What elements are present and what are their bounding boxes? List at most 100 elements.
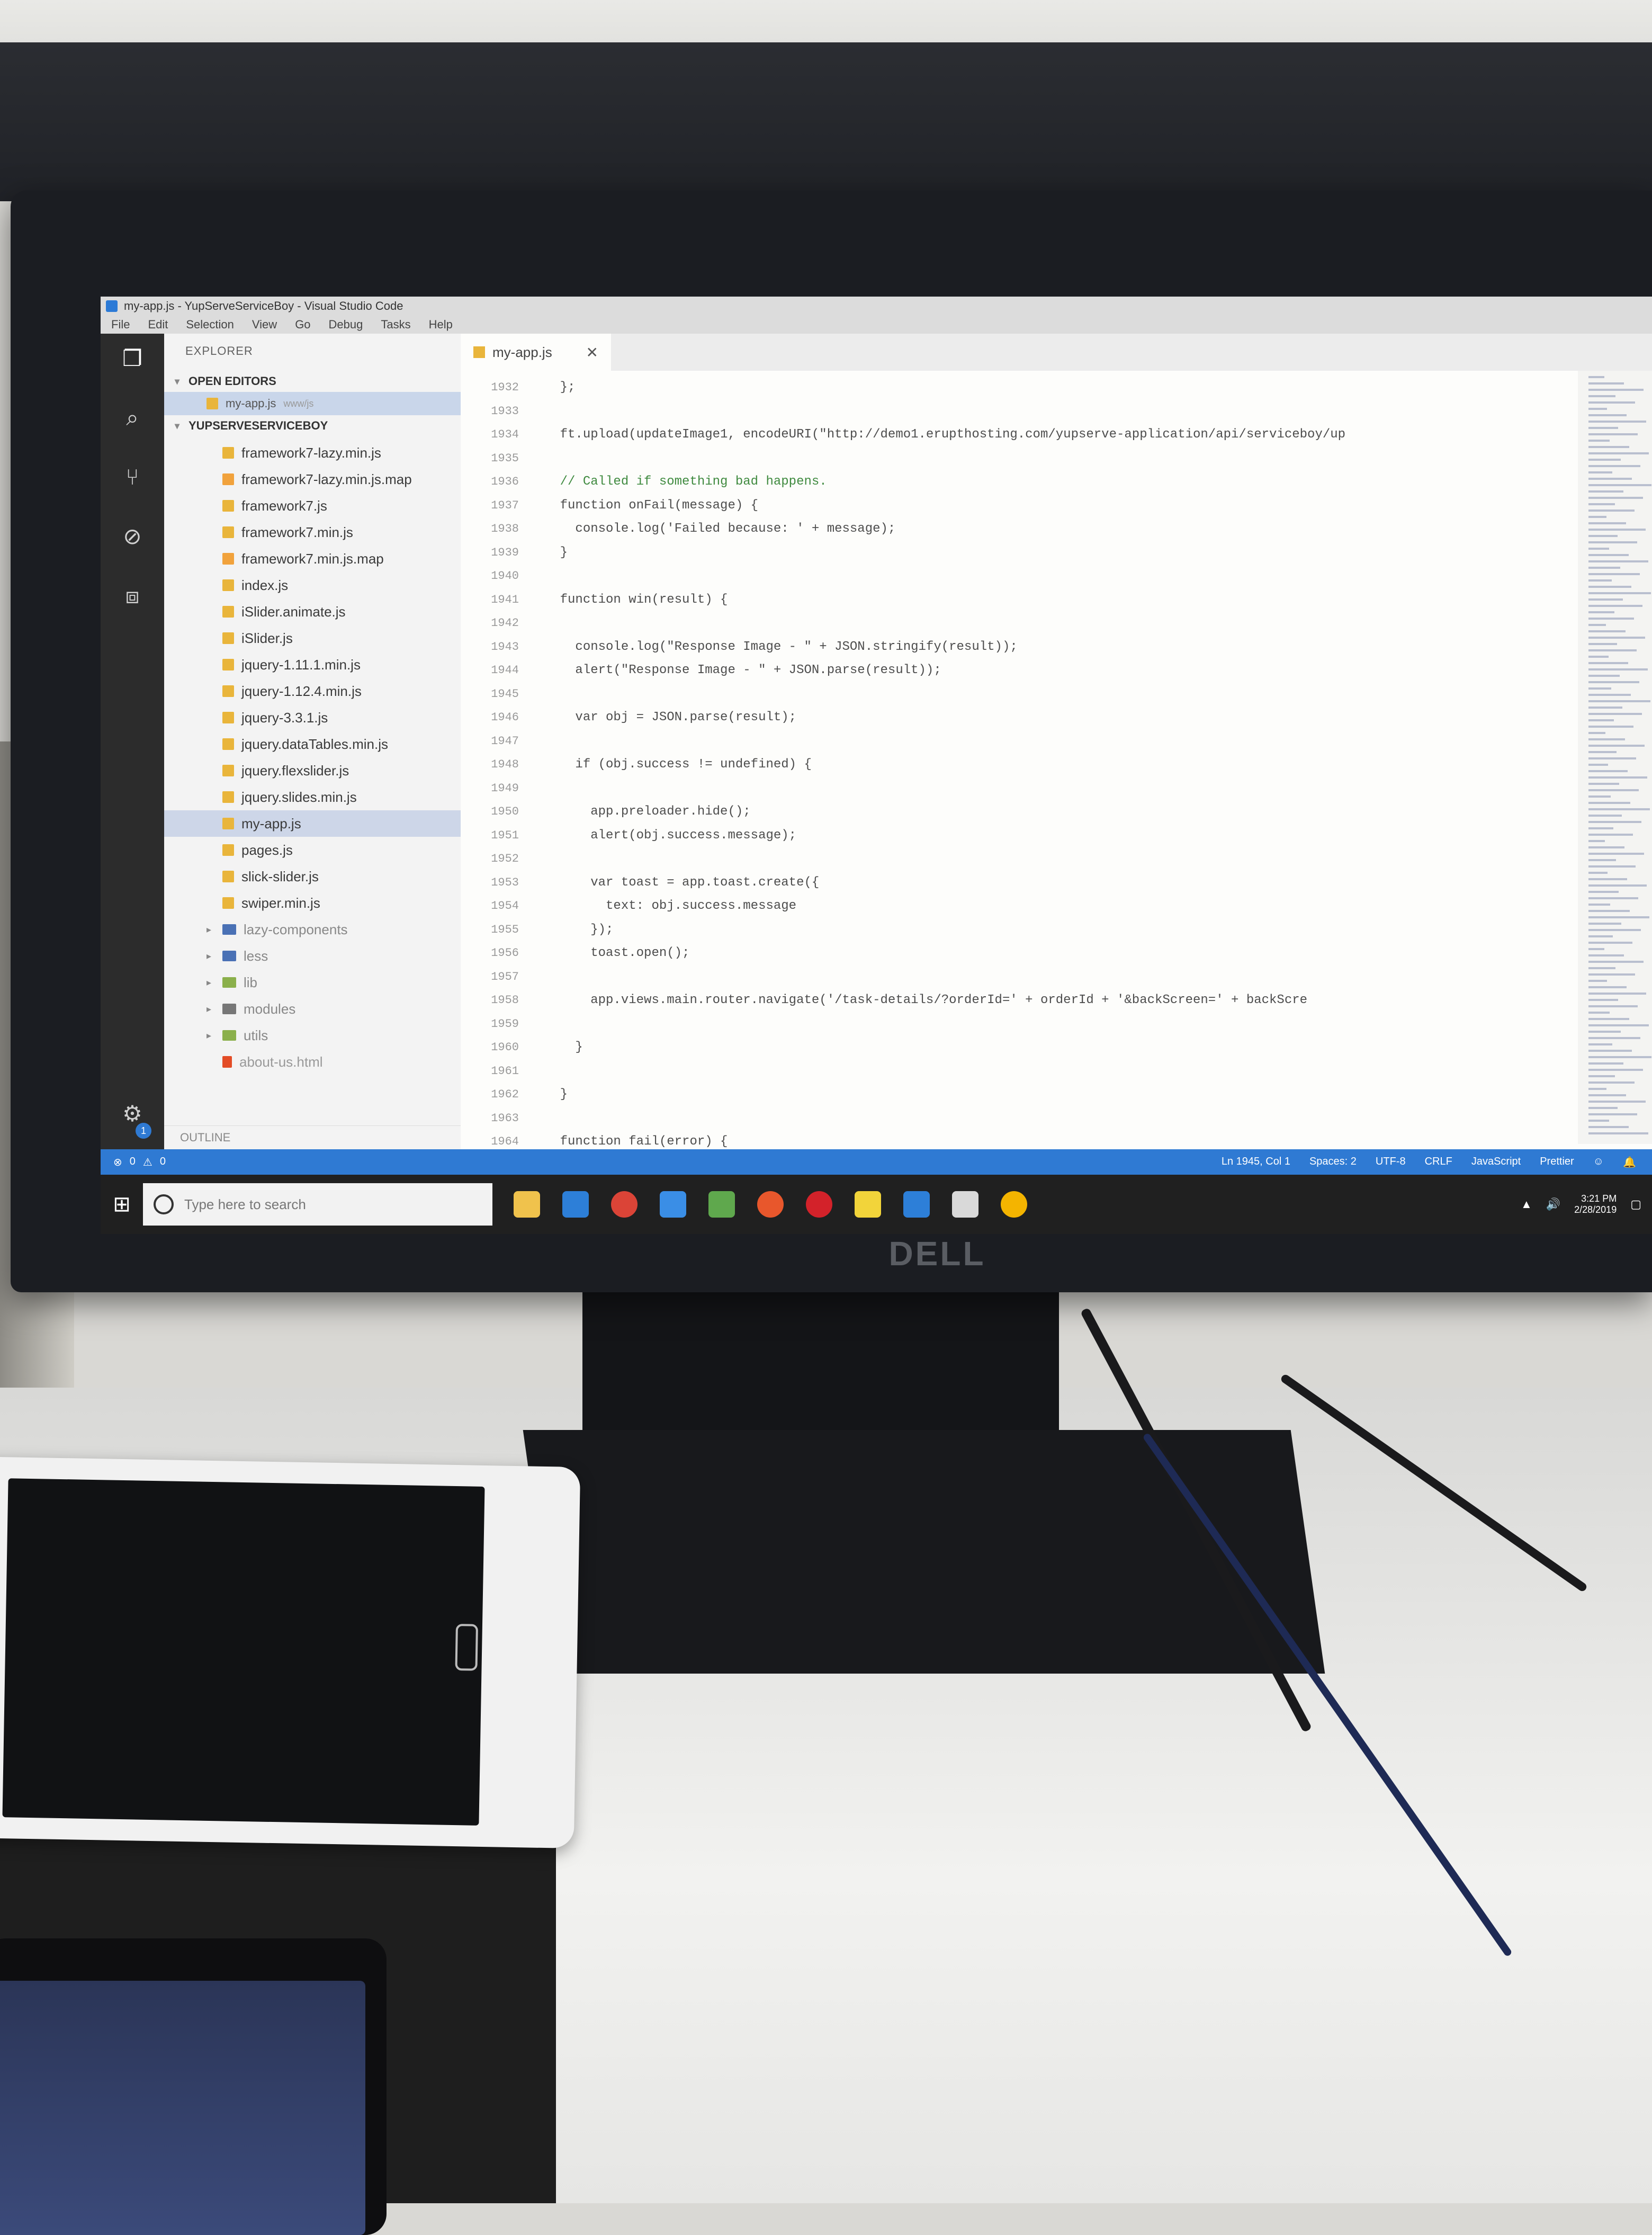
code-line[interactable] bbox=[529, 447, 1652, 471]
code-line[interactable] bbox=[529, 777, 1652, 801]
tree-file[interactable]: iSlider.js bbox=[164, 625, 461, 651]
code-line[interactable]: alert(obj.success.message); bbox=[529, 824, 1652, 848]
menu-file[interactable]: File bbox=[111, 318, 130, 332]
code-line[interactable]: console.log("Response Image - " + JSON.s… bbox=[529, 636, 1652, 659]
code-line[interactable]: ft.upload(updateImage1, encodeURI("http:… bbox=[529, 423, 1652, 447]
tree-file[interactable]: framework7.min.js bbox=[164, 519, 461, 546]
vscode-taskbar-icon[interactable] bbox=[903, 1191, 930, 1218]
error-count[interactable]: 0 bbox=[130, 1156, 136, 1169]
language-mode[interactable]: JavaScript bbox=[1471, 1156, 1521, 1169]
indentation[interactable]: Spaces: 2 bbox=[1309, 1156, 1357, 1169]
tree-file[interactable]: jquery.flexslider.js bbox=[164, 757, 461, 784]
code-line[interactable]: app.views.main.router.navigate('/task-de… bbox=[529, 989, 1652, 1013]
notifications-icon[interactable]: ▢ bbox=[1630, 1197, 1641, 1211]
cursor-position[interactable]: Ln 1945, Col 1 bbox=[1222, 1156, 1290, 1169]
code-lines[interactable]: }; ft.upload(updateImage1, encodeURI("ht… bbox=[529, 376, 1652, 1154]
code-line[interactable] bbox=[529, 1107, 1652, 1131]
code-line[interactable]: } bbox=[529, 1036, 1652, 1060]
code-line[interactable]: // Called if something bad happens. bbox=[529, 470, 1652, 494]
code-line[interactable]: var toast = app.toast.create({ bbox=[529, 871, 1652, 895]
tree-folder[interactable]: ▸ lib bbox=[164, 969, 461, 996]
menu-view[interactable]: View bbox=[252, 318, 277, 332]
open-editor-item[interactable]: my-app.js www/js bbox=[164, 392, 461, 415]
code-line[interactable]: alert("Response Image - " + JSON.parse(r… bbox=[529, 659, 1652, 683]
warning-icon[interactable]: ⚠ bbox=[143, 1156, 152, 1169]
file-explorer-icon[interactable] bbox=[514, 1191, 540, 1218]
encoding[interactable]: UTF-8 bbox=[1376, 1156, 1406, 1169]
volume-icon[interactable]: 🔊 bbox=[1546, 1197, 1560, 1211]
app-icon[interactable] bbox=[660, 1191, 686, 1218]
tree-file[interactable]: framework7-lazy.min.js.map bbox=[164, 466, 461, 493]
close-icon[interactable]: ✕ bbox=[586, 344, 598, 361]
menu-go[interactable]: Go bbox=[295, 318, 310, 332]
extensions-icon[interactable]: ⧈ bbox=[118, 582, 147, 610]
tree-file[interactable]: pages.js bbox=[164, 837, 461, 863]
chrome-icon[interactable] bbox=[611, 1191, 638, 1218]
code-line[interactable]: } bbox=[529, 541, 1652, 565]
debug-icon[interactable]: ⊘ bbox=[118, 522, 147, 551]
formatter[interactable]: Prettier bbox=[1540, 1156, 1574, 1169]
menu-help[interactable]: Help bbox=[429, 318, 453, 332]
clock[interactable]: 3:21 PM 2/28/2019 bbox=[1574, 1193, 1617, 1215]
code-view[interactable]: 1932 1933 1934 1935 1936 1937 1938 1939 1940 1941… bbox=[461, 376, 1652, 1149]
tree-folder[interactable]: ▸ utils bbox=[164, 1022, 461, 1049]
server-icon[interactable] bbox=[952, 1191, 978, 1218]
minimap[interactable] bbox=[1578, 371, 1652, 1144]
tree-file[interactable]: jquery.slides.min.js bbox=[164, 784, 461, 810]
opera-icon[interactable] bbox=[806, 1191, 832, 1218]
tree-folder[interactable]: ▸ lazy-components bbox=[164, 916, 461, 943]
tree-file[interactable]: framework7-lazy.min.js bbox=[164, 440, 461, 466]
windows-start-icon[interactable]: ⊞ bbox=[101, 1175, 143, 1234]
tree-file[interactable]: jquery-1.11.1.min.js bbox=[164, 651, 461, 678]
tab-my-app-js[interactable]: my-app.js ✕ bbox=[461, 334, 611, 371]
edge-icon[interactable] bbox=[562, 1191, 589, 1218]
bell-icon[interactable]: 🔔 bbox=[1623, 1156, 1636, 1169]
android-icon[interactable] bbox=[708, 1191, 735, 1218]
tree-folder[interactable]: ▸ less bbox=[164, 943, 461, 969]
tree-file[interactable]: slick-slider.js bbox=[164, 863, 461, 890]
tree-file[interactable]: jquery-3.3.1.js bbox=[164, 704, 461, 731]
code-line[interactable] bbox=[529, 612, 1652, 636]
code-line[interactable] bbox=[529, 565, 1652, 588]
error-icon[interactable]: ⊗ bbox=[113, 1156, 122, 1169]
smiley-icon[interactable]: ☺ bbox=[1593, 1156, 1604, 1169]
chrome-canary-icon[interactable] bbox=[1001, 1191, 1027, 1218]
menu-edit[interactable]: Edit bbox=[148, 318, 168, 332]
network-icon[interactable]: ▲ bbox=[1521, 1197, 1532, 1211]
code-line[interactable]: toast.open(); bbox=[529, 942, 1652, 965]
menu-debug[interactable]: Debug bbox=[329, 318, 363, 332]
code-line[interactable]: function onFail(message) { bbox=[529, 494, 1652, 518]
tree-file[interactable]: jquery.dataTables.min.js bbox=[164, 731, 461, 757]
tree-file-selected[interactable]: my-app.js bbox=[164, 810, 461, 837]
code-line[interactable]: }); bbox=[529, 918, 1652, 942]
code-line[interactable] bbox=[529, 1013, 1652, 1036]
menu-tasks[interactable]: Tasks bbox=[381, 318, 410, 332]
code-line[interactable]: } bbox=[529, 1083, 1652, 1107]
tree-file[interactable]: iSlider.animate.js bbox=[164, 598, 461, 625]
code-line[interactable]: function win(result) { bbox=[529, 588, 1652, 612]
outline-section[interactable]: OUTLINE bbox=[164, 1125, 461, 1149]
tree-file[interactable]: swiper.min.js bbox=[164, 890, 461, 916]
tree-file[interactable]: framework7.js bbox=[164, 493, 461, 519]
code-line[interactable] bbox=[529, 730, 1652, 754]
menu-selection[interactable]: Selection bbox=[186, 318, 234, 332]
warning-count[interactable]: 0 bbox=[160, 1156, 166, 1169]
tree-file[interactable]: framework7.min.js.map bbox=[164, 546, 461, 572]
code-line[interactable] bbox=[529, 1060, 1652, 1084]
open-editors-section[interactable]: ▾ OPEN EDITORS bbox=[164, 371, 461, 392]
line-ending[interactable]: CRLF bbox=[1425, 1156, 1452, 1169]
code-line[interactable] bbox=[529, 683, 1652, 707]
code-line[interactable]: console.log('Failed because: ' + message… bbox=[529, 517, 1652, 541]
code-line[interactable]: }; bbox=[529, 376, 1652, 400]
code-line[interactable]: var obj = JSON.parse(result); bbox=[529, 706, 1652, 730]
search-icon[interactable]: ⌕ bbox=[118, 404, 147, 432]
tree-file[interactable]: jquery-1.12.4.min.js bbox=[164, 678, 461, 704]
code-line[interactable] bbox=[529, 400, 1652, 424]
explorer-icon[interactable]: ❐ bbox=[118, 344, 147, 373]
tree-folder[interactable]: ▸ modules bbox=[164, 996, 461, 1022]
code-line[interactable] bbox=[529, 847, 1652, 871]
project-section[interactable]: ▾ YUPSERVESERVICEBOY bbox=[164, 415, 461, 436]
code-line[interactable] bbox=[529, 965, 1652, 989]
taskbar-search[interactable]: Type here to search bbox=[143, 1183, 492, 1226]
tree-file[interactable]: about-us.html bbox=[164, 1049, 461, 1075]
